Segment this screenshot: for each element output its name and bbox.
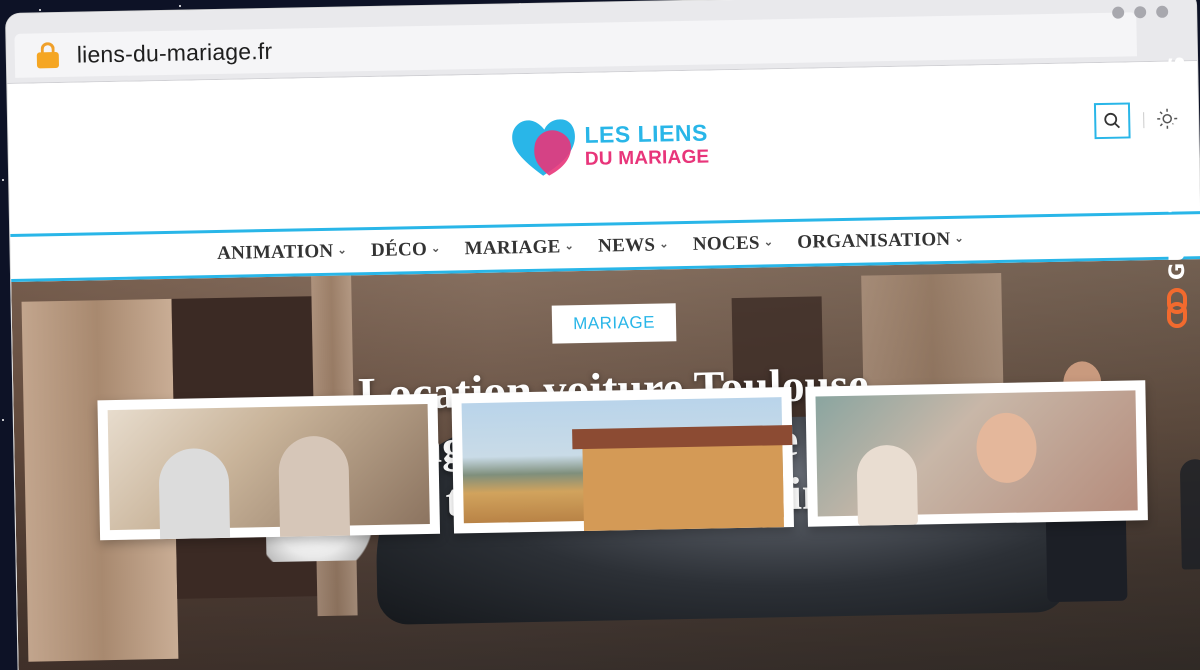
header-divider [1143, 112, 1145, 129]
post-card[interactable] [97, 393, 441, 541]
post-card[interactable] [805, 380, 1148, 527]
nav-item-animation[interactable]: ANIMATION ⌄ [217, 240, 347, 264]
chevron-down-icon: ⌄ [659, 237, 669, 250]
watermark-text: GUESTPOSTLINKS [1165, 55, 1189, 280]
nav-item-organisation[interactable]: ORGANISATION ⌄ [797, 229, 964, 254]
chevron-down-icon: ⌄ [337, 243, 348, 257]
site-logo[interactable]: LES LIENS DU MARIAGE [508, 111, 710, 181]
nav-item-label: DÉCO [370, 238, 428, 262]
browser-window: liens-du-mariage.fr LES LIENS DU MARIAGE [6, 0, 1200, 670]
nav-item-mariage[interactable]: MARIAGE ⌄ [464, 236, 574, 260]
nav-item-noces[interactable]: NOCES ⌄ [693, 232, 774, 256]
nav-item-news[interactable]: NEWS ⌄ [598, 234, 669, 257]
search-icon [1104, 112, 1121, 129]
category-badge[interactable]: MARIAGE [551, 303, 677, 344]
url-text[interactable]: liens-du-mariage.fr [77, 37, 273, 68]
chevron-down-icon: ⌄ [430, 242, 441, 255]
web-page: LES LIENS DU MARIAGE ANIMATION ⌄ DÉCO ⌄ … [7, 61, 1200, 670]
nav-item-label: ORGANISATION [797, 228, 951, 253]
lock-icon [36, 42, 60, 69]
post-card[interactable] [451, 386, 794, 534]
post-card-image [461, 397, 793, 531]
site-header: LES LIENS DU MARIAGE [7, 61, 1200, 234]
post-card-image [815, 390, 1138, 526]
heart-logo-icon [512, 119, 575, 176]
nav-item-label: ANIMATION [216, 240, 334, 264]
link-icon [1167, 287, 1187, 328]
post-card-image [107, 403, 430, 540]
nav-item-label: NEWS [597, 234, 656, 257]
window-dot[interactable] [1134, 6, 1147, 19]
nav-item-label: MARIAGE [464, 236, 561, 260]
logo-line-1: LES LIENS [584, 119, 709, 148]
window-controls [1112, 5, 1169, 19]
window-dot[interactable] [1112, 6, 1125, 19]
logo-line-2: DU MARIAGE [584, 146, 710, 170]
guestpostlinks-watermark: GUESTPOSTLINKS [1160, 55, 1194, 355]
window-dot[interactable] [1156, 5, 1169, 18]
nav-item-deco[interactable]: DÉCO ⌄ [371, 239, 441, 262]
chevron-down-icon: ⌄ [763, 235, 774, 248]
chevron-down-icon: ⌄ [564, 239, 575, 252]
search-button[interactable] [1093, 102, 1131, 140]
chevron-down-icon: ⌄ [954, 232, 965, 245]
nav-item-label: NOCES [692, 232, 761, 255]
